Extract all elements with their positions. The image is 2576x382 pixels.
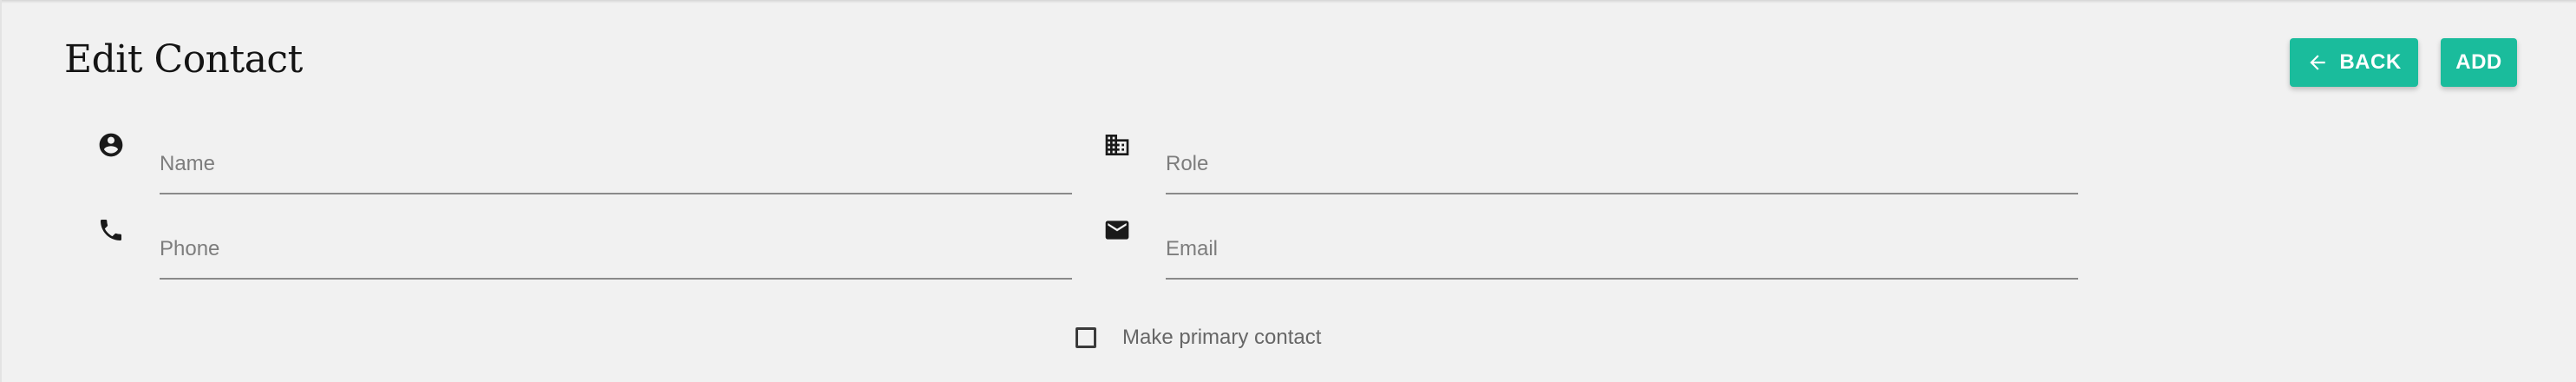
add-button-label: ADD [2455, 50, 2502, 74]
top-shadow [0, 0, 2576, 3]
left-edge [0, 0, 2, 382]
name-input[interactable] [160, 142, 1072, 186]
phone-input[interactable] [160, 227, 1072, 271]
account-circle-icon [97, 131, 125, 159]
add-button[interactable]: ADD [2441, 38, 2517, 87]
primary-contact-label: Make primary contact [1122, 326, 1322, 349]
role-field[interactable] [1166, 134, 2078, 194]
primary-contact-option[interactable]: Make primary contact [1076, 324, 1321, 352]
email-icon [1103, 216, 1131, 244]
name-field[interactable] [160, 134, 1072, 194]
primary-contact-checkbox[interactable] [1076, 327, 1096, 348]
page-title: Edit Contact [64, 37, 303, 82]
back-button[interactable]: BACK [2290, 38, 2418, 87]
business-icon [1103, 131, 1131, 159]
email-field[interactable] [1166, 219, 2078, 280]
role-input[interactable] [1166, 142, 2078, 186]
back-button-label: BACK [2339, 50, 2402, 74]
phone-icon [97, 216, 125, 244]
phone-field[interactable] [160, 219, 1072, 280]
arrow-back-icon [2310, 55, 2325, 70]
email-input[interactable] [1166, 227, 2078, 271]
